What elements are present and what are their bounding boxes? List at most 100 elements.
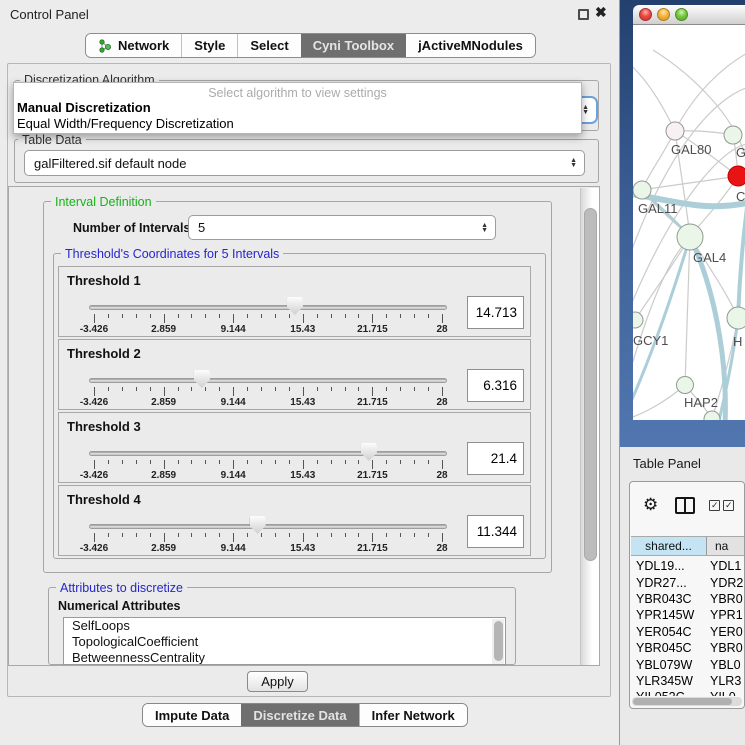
- attribute-list-item[interactable]: SelfLoops: [64, 618, 505, 634]
- checkbox-icon[interactable]: ✓: [723, 500, 734, 511]
- numerical-attributes-label: Numerical Attributes: [58, 599, 180, 613]
- tab-impute-data[interactable]: Impute Data: [143, 704, 241, 726]
- threshold-slider-thumb[interactable]: [250, 516, 266, 534]
- table-row[interactable]: YBL079WYBL0: [631, 656, 745, 672]
- threshold-slider-track[interactable]: [89, 305, 447, 310]
- threshold-value-field[interactable]: 11.344: [467, 515, 524, 548]
- tick-mark: [122, 460, 123, 464]
- table-cell[interactable]: YDL1: [708, 559, 745, 573]
- mac-close-button[interactable]: [639, 8, 652, 21]
- table-cell[interactable]: YBL079W: [631, 658, 708, 672]
- tab-infer-network[interactable]: Infer Network: [359, 704, 467, 726]
- network-edge[interactable]: [738, 165, 745, 318]
- network-node-gal11[interactable]: [633, 181, 651, 199]
- numerical-attributes-list[interactable]: SelfLoopsTopologicalCoefficientBetweenne…: [63, 617, 506, 665]
- table-cell[interactable]: YBL0: [708, 658, 745, 672]
- tab-discretize-data[interactable]: Discretize Data: [241, 704, 358, 726]
- table-cell[interactable]: YBR0: [708, 592, 745, 606]
- table-data-combobox[interactable]: galFiltered.sif default node ▲▼: [24, 150, 585, 176]
- table-cell[interactable]: YDR27...: [631, 576, 708, 590]
- dropdown-option-equal-width[interactable]: Equal Width/Frequency Discretization: [14, 116, 581, 132]
- network-node-gal80[interactable]: [666, 122, 684, 140]
- column-header-shared[interactable]: shared...: [631, 537, 707, 555]
- network-window-titlebar[interactable]: [633, 5, 745, 25]
- tab-cyni-toolbox[interactable]: Cyni Toolbox: [301, 34, 406, 57]
- network-edge[interactable]: [685, 237, 690, 385]
- network-edge[interactable]: [633, 385, 685, 420]
- gear-icon[interactable]: ⚙: [643, 495, 658, 515]
- split-columns-icon[interactable]: [675, 497, 695, 514]
- tab-select[interactable]: Select: [237, 34, 300, 57]
- close-icon[interactable]: ✖: [595, 4, 607, 21]
- network-node-gal4[interactable]: [677, 224, 703, 250]
- threshold-value-field[interactable]: 6.316: [467, 369, 524, 402]
- threshold-value-field[interactable]: 14.713: [467, 296, 524, 329]
- threshold-slider-thumb[interactable]: [287, 297, 303, 315]
- tab-style[interactable]: Style: [181, 34, 237, 57]
- network-node-h[interactable]: [727, 307, 745, 329]
- tick-mark: [442, 314, 443, 323]
- table-cell[interactable]: YBR045C: [631, 641, 708, 655]
- table-horizontal-scrollbar[interactable]: [632, 697, 742, 706]
- network-edge[interactable]: [642, 176, 738, 190]
- mac-zoom-button[interactable]: [675, 8, 688, 21]
- checkbox-icon[interactable]: ✓: [709, 500, 720, 511]
- table-cell[interactable]: YER0: [708, 625, 745, 639]
- threshold-value-field[interactable]: 21.4: [467, 442, 524, 475]
- tick-mark: [317, 460, 318, 464]
- network-edge[interactable]: [633, 60, 675, 131]
- network-node-gcy1[interactable]: [633, 312, 643, 328]
- tick-mark: [303, 460, 304, 469]
- table-row[interactable]: YDL19...YDL1: [631, 558, 745, 574]
- tick-label: 2.859: [151, 543, 176, 554]
- tick-mark: [428, 460, 429, 464]
- table-cell[interactable]: YIL0: [708, 690, 745, 696]
- table-cell[interactable]: YPR145W: [631, 608, 708, 622]
- tab-network[interactable]: Network: [86, 34, 181, 57]
- dropdown-option-manual[interactable]: Manual Discretization: [14, 100, 581, 116]
- table-cell[interactable]: YBR043C: [631, 592, 708, 606]
- threshold-slider-track[interactable]: [89, 451, 447, 456]
- attributes-scrollbar[interactable]: [492, 619, 504, 665]
- table-cell[interactable]: YBR0: [708, 641, 745, 655]
- table-cell[interactable]: YLR3: [708, 674, 745, 688]
- settings-scrollbar[interactable]: [580, 188, 600, 666]
- threshold-slider-thumb[interactable]: [194, 370, 210, 388]
- table-cell[interactable]: YDL19...: [631, 559, 708, 573]
- table-row[interactable]: YDR27...YDR2: [631, 574, 745, 590]
- column-header-name[interactable]: na: [707, 537, 745, 555]
- table-cell[interactable]: YLR345W: [631, 674, 708, 688]
- threshold-slider-track[interactable]: [89, 378, 447, 383]
- number-of-intervals-combobox[interactable]: 5 ▲▼: [188, 215, 496, 240]
- table-row[interactable]: YPR145WYPR1: [631, 607, 745, 623]
- table-cell[interactable]: YPR1: [708, 608, 745, 622]
- network-edge[interactable]: [635, 237, 690, 320]
- table-cell[interactable]: YER054C: [631, 625, 708, 639]
- table-row[interactable]: YLR345WYLR3: [631, 673, 745, 689]
- attributes-scrollbar-thumb[interactable]: [494, 621, 503, 661]
- table-row[interactable]: YBR043CYBR0: [631, 591, 745, 607]
- threshold-slider-thumb[interactable]: [361, 443, 377, 461]
- network-node-ga[interactable]: [724, 126, 742, 144]
- network-canvas[interactable]: GAL80GACGAL11GAL4GCY1HHAP2: [633, 25, 745, 420]
- table-row[interactable]: YBR045CYBR0: [631, 640, 745, 656]
- table-cell[interactable]: YDR2: [708, 576, 745, 590]
- threshold-slider-track[interactable]: [89, 524, 447, 529]
- network-edge[interactable]: [642, 131, 675, 190]
- settings-scrollbar-thumb[interactable]: [584, 208, 597, 561]
- table-horizontal-scrollbar-thumb[interactable]: [633, 698, 732, 705]
- network-node-hap2[interactable]: [677, 377, 694, 394]
- apply-button[interactable]: Apply: [247, 671, 308, 692]
- network-edge[interactable]: [675, 50, 745, 131]
- table-row[interactable]: YER054CYER0: [631, 624, 745, 640]
- mac-minimize-button[interactable]: [657, 8, 670, 21]
- network-node[interactable]: [704, 411, 720, 420]
- float-window-icon[interactable]: [578, 9, 589, 20]
- network-node-c[interactable]: [728, 166, 745, 186]
- attribute-list-item[interactable]: BetweennessCentrality: [64, 650, 505, 665]
- tab-jactivemnodules[interactable]: jActiveMNodules: [406, 34, 535, 57]
- attribute-list-item[interactable]: TopologicalCoefficient: [64, 634, 505, 650]
- table-row[interactable]: YIL052CYIL0: [631, 689, 745, 696]
- dropdown-placeholder: Select algorithm to view settings: [14, 83, 581, 100]
- table-cell[interactable]: YIL052C: [631, 690, 708, 696]
